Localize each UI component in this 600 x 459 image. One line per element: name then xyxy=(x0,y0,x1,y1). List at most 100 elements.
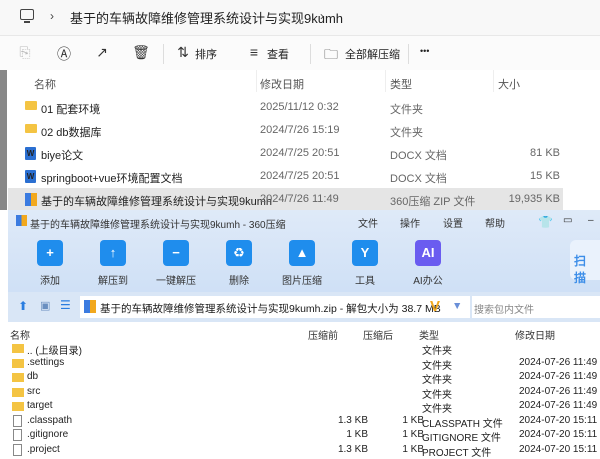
tool-icon: Y xyxy=(352,240,378,266)
command-bar: ⎘ Ⓐ ↗ 🗑 ⇅ 排序 ≡ 查看 🗀 全部解压缩 ••• xyxy=(0,36,600,70)
scrollbar[interactable] xyxy=(0,70,7,210)
tool-icon: − xyxy=(163,240,189,266)
more-button[interactable]: ••• xyxy=(420,46,429,56)
cell-date: 2024-07-26 11:49 xyxy=(519,371,598,382)
col-name[interactable]: 名称 xyxy=(34,76,56,92)
tool-button[interactable]: Y 工具 xyxy=(337,240,393,287)
tool-icon: AI xyxy=(415,240,441,266)
sort-button[interactable]: 排序 xyxy=(195,46,217,62)
extract-all-button[interactable]: 全部解压缩 xyxy=(345,46,400,62)
tool-icon: + xyxy=(37,240,63,266)
tool-icon: ↑ xyxy=(100,240,126,266)
cell-size: 19,935 KB xyxy=(508,193,560,205)
rename-icon[interactable]: Ⓐ xyxy=(55,44,73,64)
col-after[interactable]: 压缩后 xyxy=(363,327,393,342)
divider xyxy=(310,44,311,64)
col-size[interactable]: 大小 xyxy=(498,76,520,92)
zip-titlebar: 基于的车辆故障维修管理系统设计与实现9kumh - 360压缩 文件 操作 设置… xyxy=(8,210,600,292)
col-type[interactable]: 类型 xyxy=(390,76,412,92)
cell-size: 81 KB xyxy=(530,147,560,159)
list-view-icon[interactable]: ☰ xyxy=(60,298,71,312)
menu-file[interactable]: 文件 xyxy=(358,215,378,230)
delete-icon[interactable]: 🗑 xyxy=(132,44,150,61)
file-row[interactable]: Wspringboot+vue环境配置文档 2024/7/25 20:51 DOCX… xyxy=(8,165,563,188)
zip-row[interactable]: .gitignore 1 KB 1 KB GITIGNORE 文件 2024-07-20… xyxy=(8,428,600,444)
up-icon[interactable]: ⬆ xyxy=(18,299,28,313)
scan-button[interactable]: 扫描 xyxy=(570,240,600,285)
tool-label: 删除 xyxy=(229,276,249,287)
tool-button[interactable]: AI AI办公 xyxy=(400,240,456,287)
tool-icon: ▲ xyxy=(289,240,315,266)
menu-action[interactable]: 操作 xyxy=(400,215,420,230)
path-bar: ⬆ ▣ ☰ 基于的车辆故障维修管理系统设计与实现9kumh.zip - 解包大小… xyxy=(8,292,600,322)
zip-row[interactable]: target 文件夹 2024-07-26 11:49 xyxy=(8,399,600,415)
folder-icon xyxy=(12,358,24,368)
tool-icon: ♻ xyxy=(226,240,252,266)
feedback-icon[interactable]: ▭ xyxy=(563,215,572,226)
zip-row[interactable]: .settings 文件夹 2024-07-26 11:49 xyxy=(8,356,600,372)
computer-icon[interactable] xyxy=(20,9,34,23)
view-icon[interactable]: ≡ xyxy=(245,44,263,60)
paste-icon[interactable]: ⎘ xyxy=(16,44,34,61)
view-button[interactable]: 查看 xyxy=(267,46,289,62)
explorer-header: 名称 修改日期 类型 大小 xyxy=(8,70,600,92)
file-row[interactable]: 基于的车辆故障维修管理系统设计与实现9kumh 2024/7/26 11:49 36… xyxy=(8,188,563,211)
tool-label: 一键解压 xyxy=(156,276,196,287)
cell-name: .project xyxy=(27,443,60,455)
cell-after: 1 KB xyxy=(402,414,424,426)
tool-label: 图片压缩 xyxy=(282,276,322,287)
tool-button[interactable]: ♻ 删除 xyxy=(211,240,267,287)
tool-button[interactable]: ↑ 解压到 xyxy=(85,240,141,287)
cell-before: 1 KB xyxy=(346,429,368,440)
file-row[interactable]: Wbiye论文 2024/7/25 20:51 DOCX 文档 81 KB xyxy=(8,142,563,165)
zip-row[interactable]: .classpath 1.3 KB 1 KB CLASSPATH 文件 2024-07-… xyxy=(8,414,600,430)
cell-before: 1.3 KB xyxy=(337,414,368,426)
cell-after: 1 KB xyxy=(402,429,424,440)
share-icon[interactable]: ↗ xyxy=(93,44,111,61)
cell-type: DOCX 文档 xyxy=(390,173,447,185)
cell-name: db xyxy=(27,371,39,382)
cell-date: 2024-07-20 15:11 xyxy=(519,429,598,440)
tool-label: 添加 xyxy=(40,276,60,287)
folder-icon xyxy=(25,101,37,110)
col-before[interactable]: 压缩前 xyxy=(308,327,338,342)
file-row[interactable]: 01 配套环境 2025/11/12 0:32 文件夹 xyxy=(8,96,563,119)
menu-help[interactable]: 帮助 xyxy=(485,215,505,230)
tool-button[interactable]: + 添加 xyxy=(22,240,78,287)
divider xyxy=(163,44,164,64)
sort-icon[interactable]: ⇅ xyxy=(174,44,192,61)
cell-name: .settings xyxy=(27,356,65,368)
search-input[interactable]: 搜索包内文件 xyxy=(472,296,600,318)
zip-row[interactable]: db 文件夹 2024-07-26 11:49 xyxy=(8,370,600,386)
cell-size: 15 KB xyxy=(530,170,560,182)
zip-row[interactable]: .project 1.3 KB 1 KB PROJECT 文件 2024-07-20 1… xyxy=(8,443,600,459)
tool-button[interactable]: ▲ 图片压缩 xyxy=(274,240,330,287)
skin-icon[interactable]: 👕 xyxy=(538,215,553,229)
folder-icon xyxy=(12,373,24,382)
folder-icon xyxy=(25,124,37,133)
path-field[interactable]: 基于的车辆故障维修管理系统设计与实现9kumh.zip - 解包大小为 38.7… xyxy=(80,296,470,318)
path-text: 基于的车辆故障维修管理系统设计与实现9kumh.zip - 解包大小为 38.7… xyxy=(100,303,441,315)
cell-date: 2024-07-20 15:11 xyxy=(519,443,598,455)
zip-icon xyxy=(16,215,27,226)
cell-date: 2024/7/26 11:49 xyxy=(260,193,339,205)
thumbnail-view-icon[interactable]: ▣ xyxy=(40,299,50,312)
col-date[interactable]: 修改日期 xyxy=(515,327,555,342)
tool-label: 解压到 xyxy=(98,276,128,287)
extract-icon[interactable]: 🗀 xyxy=(322,44,340,68)
menu-settings[interactable]: 设置 xyxy=(443,215,463,230)
v-icon[interactable]: V xyxy=(430,298,440,315)
col-name[interactable]: 名称 xyxy=(10,327,30,342)
file-row[interactable]: 02 db数据库 2024/7/26 15:19 文件夹 xyxy=(8,119,563,142)
breadcrumb[interactable]: 基于的车辆故障维修管理系统设计与实现9kumh xyxy=(70,8,343,27)
zip-row[interactable]: .. (上级目录) 文件夹 xyxy=(8,341,600,357)
chevron-right-icon[interactable]: › xyxy=(320,9,324,23)
minimize-icon[interactable]: – xyxy=(588,215,594,226)
dropdown-icon[interactable]: ▼ xyxy=(452,300,462,312)
col-date[interactable]: 修改日期 xyxy=(260,76,304,92)
cell-after: 1 KB xyxy=(402,443,424,455)
tool-button[interactable]: − 一键解压 xyxy=(148,240,204,287)
chevron-right-icon[interactable]: › xyxy=(50,9,54,23)
zip-row[interactable]: src 文件夹 2024-07-26 11:49 xyxy=(8,385,600,401)
col-type[interactable]: 类型 xyxy=(419,327,439,342)
